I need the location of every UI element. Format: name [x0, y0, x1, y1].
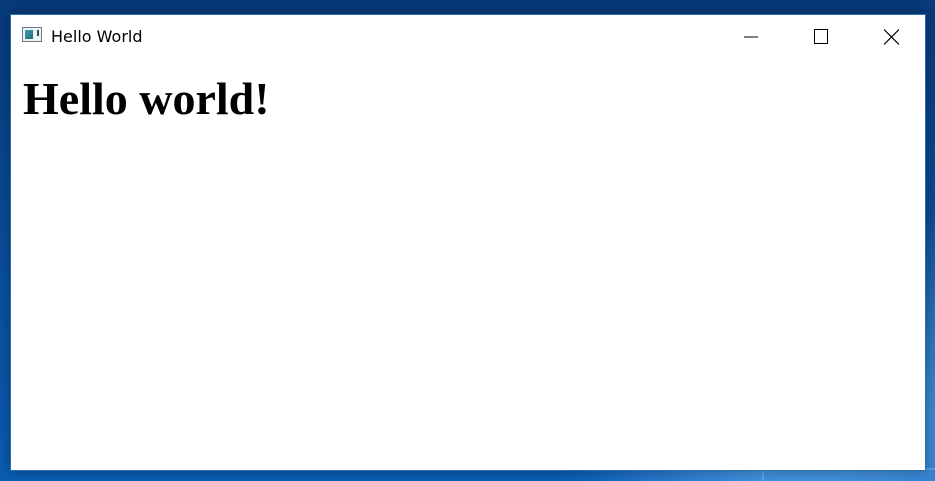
close-icon [883, 29, 899, 45]
maximize-button[interactable] [786, 15, 856, 59]
app-icon-bar [37, 30, 39, 36]
app-window: Hello World Hello world! [10, 14, 926, 471]
minimize-icon [744, 36, 758, 38]
title-bar[interactable]: Hello World [11, 15, 925, 59]
app-icon-pane [25, 30, 33, 39]
app-window-icon[interactable] [22, 27, 42, 42]
window-content: Hello world! [11, 73, 925, 125]
window-title: Hello World [51, 27, 143, 46]
page-heading: Hello world! [23, 73, 270, 124]
minimize-button[interactable] [716, 15, 786, 59]
maximize-icon [814, 29, 828, 44]
close-button[interactable] [856, 15, 926, 59]
